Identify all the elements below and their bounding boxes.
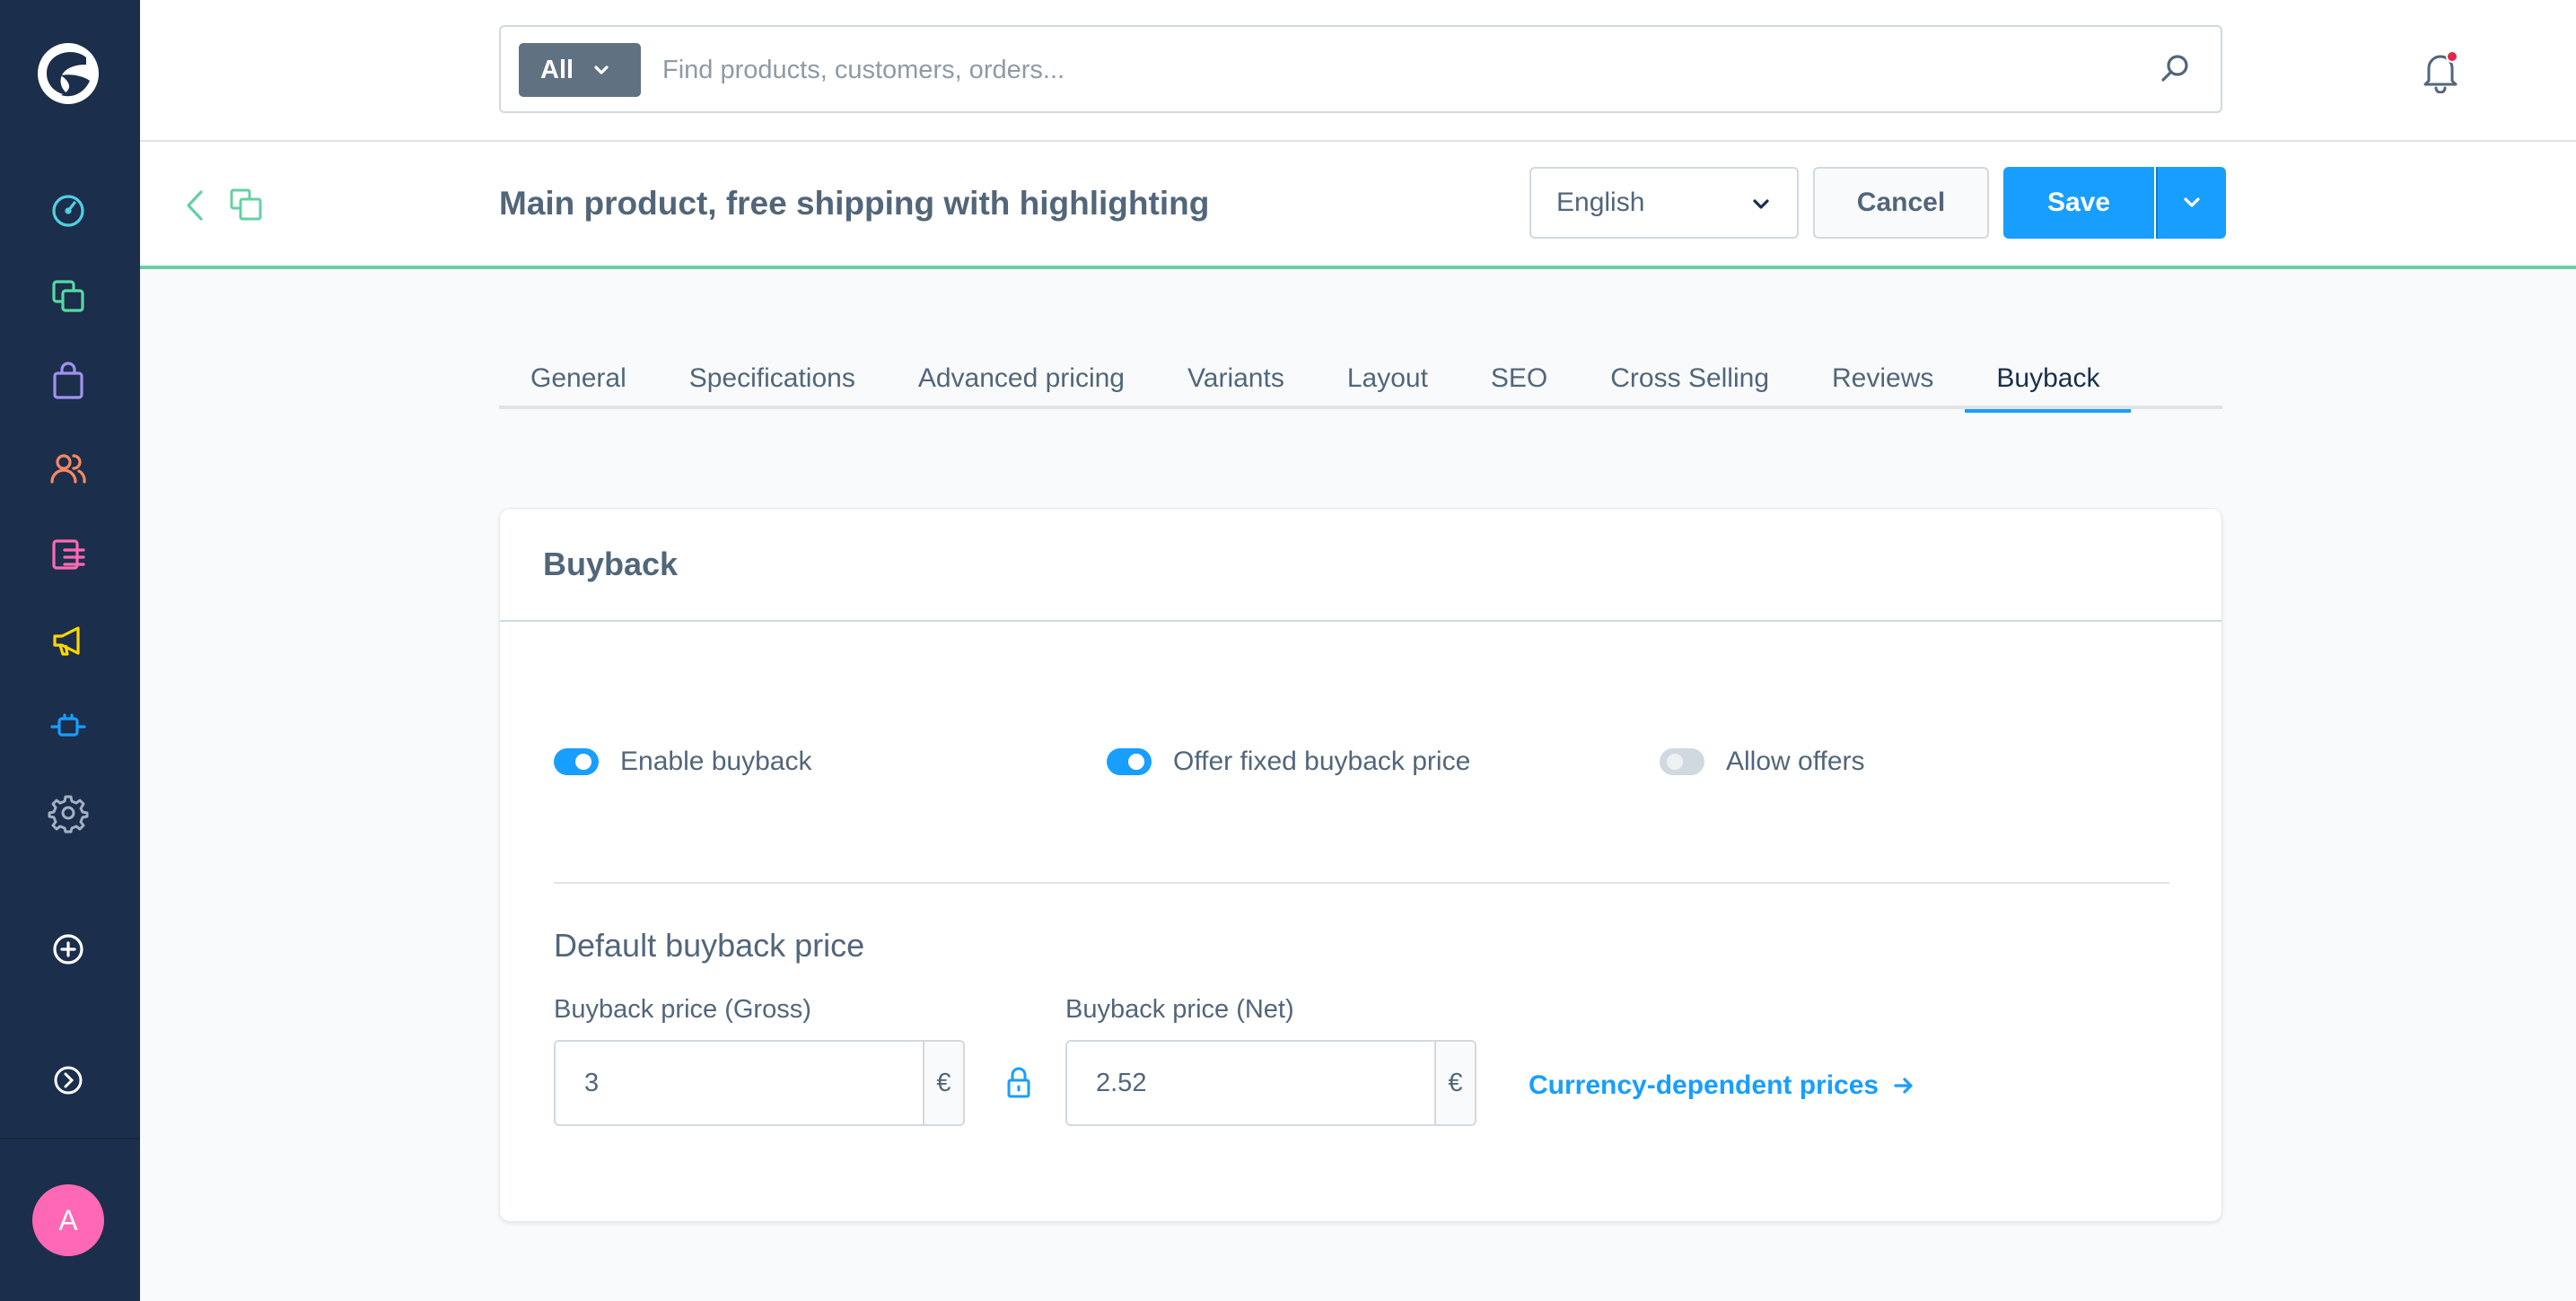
- top-header: All: [140, 0, 2576, 142]
- tab-variants[interactable]: Variants: [1156, 348, 1316, 409]
- collapse-menu-icon[interactable]: [43, 1055, 93, 1105]
- search-input[interactable]: [662, 43, 2134, 97]
- admin-sidebar: A: [0, 0, 140, 1301]
- net-price-field: €: [1065, 1040, 1476, 1126]
- duplicate-icon[interactable]: [228, 187, 264, 223]
- gross-currency-suffix: €: [923, 1042, 963, 1124]
- cancel-button[interactable]: Cancel: [1813, 167, 1989, 239]
- enable-buyback-label: Enable buyback: [620, 747, 812, 776]
- tab-specifications[interactable]: Specifications: [658, 348, 887, 409]
- allow-offers-label: Allow offers: [1726, 747, 1865, 776]
- extensions-icon[interactable]: [43, 702, 93, 752]
- user-avatar[interactable]: A: [32, 1184, 104, 1256]
- page-title: Main product, free shipping with highlig…: [499, 185, 1210, 222]
- catalogues-icon[interactable]: [43, 271, 93, 321]
- net-price-input[interactable]: [1067, 1042, 1434, 1124]
- allow-offers-switch-field: Allow offers: [1660, 742, 1865, 781]
- shopware-logo-icon[interactable]: [34, 39, 102, 108]
- tab-seo[interactable]: SEO: [1459, 348, 1579, 409]
- settings-icon[interactable]: [43, 788, 93, 838]
- arrow-right-icon: [1894, 1078, 1913, 1094]
- tab-buyback[interactable]: Buyback: [1965, 348, 2132, 413]
- global-search: All: [499, 25, 2222, 113]
- enable-buyback-switch-field: Enable buyback: [554, 742, 812, 781]
- card-header: Buyback: [500, 509, 2221, 622]
- back-arrow-icon[interactable]: [180, 187, 212, 224]
- card-title: Buyback: [543, 546, 679, 582]
- chevron-down-icon: [2184, 197, 2200, 207]
- product-detail-tabs: General Specifications Advanced pricing …: [499, 348, 2222, 413]
- search-type-selector[interactable]: All: [519, 43, 641, 97]
- tab-advanced-pricing[interactable]: Advanced pricing: [887, 348, 1156, 409]
- save-button[interactable]: Save: [2003, 167, 2154, 239]
- gross-price-input[interactable]: [556, 1042, 923, 1124]
- tab-reviews[interactable]: Reviews: [1801, 348, 1965, 409]
- fixed-buyback-price-label: Offer fixed buyback price: [1173, 747, 1471, 776]
- default-buyback-price-heading: Default buyback price: [554, 927, 865, 964]
- tab-cross-selling[interactable]: Cross Selling: [1579, 348, 1801, 409]
- currency-link-label: Currency-dependent prices: [1529, 1070, 1879, 1100]
- fixed-buyback-price-toggle[interactable]: [1107, 748, 1152, 775]
- section-divider: [554, 882, 2169, 884]
- search-type-label: All: [540, 55, 574, 84]
- net-currency-suffix: €: [1434, 1042, 1475, 1124]
- tab-general[interactable]: General: [499, 348, 658, 409]
- add-icon[interactable]: [43, 924, 93, 974]
- allow-offers-toggle[interactable]: [1660, 748, 1704, 775]
- price-link-lock-icon[interactable]: [1001, 1065, 1037, 1101]
- orders-icon[interactable]: [43, 357, 93, 407]
- search-icon[interactable]: [2156, 50, 2194, 88]
- gross-price-field: €: [554, 1040, 965, 1126]
- chevron-down-icon: [594, 65, 609, 74]
- net-price-label: Buyback price (Net): [1065, 995, 1294, 1024]
- notifications-bell-icon[interactable]: [2418, 48, 2463, 93]
- dashboard-icon[interactable]: [43, 185, 93, 235]
- enable-buyback-toggle[interactable]: [554, 748, 599, 775]
- customers-icon[interactable]: [43, 443, 93, 493]
- gross-price-label: Buyback price (Gross): [554, 995, 811, 1024]
- content-icon[interactable]: [43, 529, 93, 580]
- language-select-value: English: [1556, 188, 1645, 217]
- fixed-buyback-price-switch-field: Offer fixed buyback price: [1107, 742, 1470, 781]
- chevron-down-icon: [1753, 199, 1769, 209]
- currency-dependent-prices-link[interactable]: Currency-dependent prices: [1529, 1070, 1916, 1101]
- save-options-button[interactable]: [2156, 167, 2226, 239]
- marketing-icon[interactable]: [43, 616, 93, 666]
- buyback-card: Buyback Enable buyback Offer fixed buyba…: [499, 508, 2222, 1222]
- language-select[interactable]: English: [1529, 167, 1799, 239]
- smart-bar: Main product, free shipping with highlig…: [140, 142, 2576, 269]
- tab-layout[interactable]: Layout: [1316, 348, 1459, 409]
